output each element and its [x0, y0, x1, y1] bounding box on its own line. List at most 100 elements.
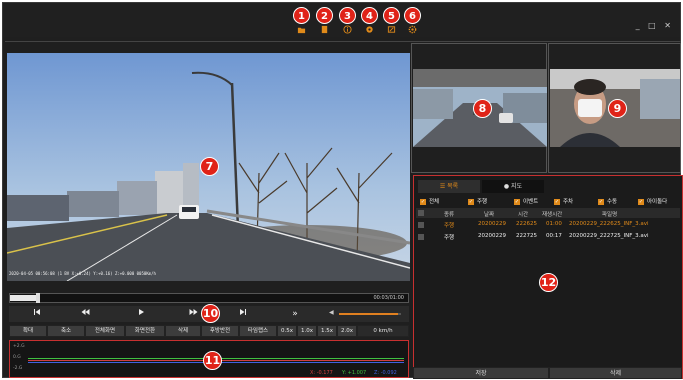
- tab-list-label: 목록: [447, 183, 459, 190]
- select-all-checkbox[interactable]: [418, 210, 424, 216]
- progress-knob[interactable]: [36, 293, 40, 303]
- front-camera-view[interactable]: 8: [413, 69, 547, 147]
- play-icon: [139, 309, 144, 315]
- checkbox-icon: ✓: [554, 198, 560, 205]
- skip-next-button[interactable]: [229, 306, 257, 322]
- filter-drive-label: 주행: [477, 199, 488, 205]
- callout-badge-4: 4: [361, 7, 378, 24]
- row-checkbox[interactable]: [418, 234, 424, 240]
- save-button[interactable]: 저장: [413, 367, 549, 379]
- rewind-icon: [81, 309, 89, 315]
- volume-slider-fill: [339, 313, 398, 315]
- callout-badge-1: 1: [293, 7, 310, 24]
- checkbox-icon: ✓: [514, 198, 520, 205]
- checkbox-icon: ✓: [420, 198, 426, 205]
- delete-button[interactable]: 삭제: [549, 367, 682, 379]
- row-date: 20200229: [478, 221, 506, 227]
- callout-badge-6: 6: [404, 7, 421, 24]
- filter-drive[interactable]: ✓ 주행: [468, 197, 487, 205]
- delete-clip-button[interactable]: 삭제: [165, 325, 201, 337]
- video-overlay-text: 2020-04-05 00:56:08 (1 BV X:+0.24) Y:+0.…: [9, 271, 156, 276]
- info-icon[interactable]: [343, 25, 352, 34]
- titlebar: 1 2 3 4 5 6 _ □ ✕: [3, 3, 680, 37]
- double-chevron-right-icon: »: [292, 309, 298, 319]
- callout-badge-3: 3: [339, 7, 356, 24]
- folder-icon[interactable]: [297, 25, 306, 34]
- callout-badge-12: 12: [539, 273, 558, 292]
- speed-1-5x-button[interactable]: 1.5x: [317, 325, 337, 337]
- filter-idle[interactable]: ✓ 아이돌다: [638, 197, 667, 205]
- header-time: 시간: [518, 212, 529, 218]
- filter-idle-label: 아이돌다: [647, 199, 668, 205]
- callout-badge-11: 11: [203, 351, 222, 370]
- callout-badge-5: 5: [383, 7, 400, 24]
- filter-parking[interactable]: ✓ 주차: [554, 197, 573, 205]
- graph-y-label-top: +2.G: [13, 344, 25, 349]
- row-filename: 20200229_222625_INF_3.avi: [569, 221, 649, 227]
- playback-time: 00:03/01:00: [373, 295, 404, 301]
- graph-x-value: X: -0.177: [310, 370, 333, 376]
- filter-manual[interactable]: ✓ 수동: [598, 197, 617, 205]
- export-icon[interactable]: [387, 25, 396, 34]
- graph-z-value: Z: -0.092: [374, 370, 397, 376]
- row-date: 20200229: [478, 233, 506, 239]
- zoom-in-button[interactable]: 확대: [9, 325, 47, 337]
- g-sensor-graph: +2.G 0.G -2.G 11 X: -0.177 Y: +1.007 Z: …: [9, 340, 409, 378]
- map-pin-icon[interactable]: [365, 25, 374, 34]
- filter-all-label: 전체: [429, 199, 440, 205]
- settings-icon[interactable]: [408, 25, 417, 34]
- tab-list[interactable]: ☰ 목록: [418, 180, 480, 193]
- divider: [5, 41, 681, 42]
- filter-event-label: 이벤트: [523, 199, 539, 205]
- row-checkbox[interactable]: [418, 222, 424, 228]
- filter-event[interactable]: ✓ 이벤트: [514, 197, 538, 205]
- skip-previous-icon: [34, 309, 40, 315]
- volume-icon[interactable]: ◀: [329, 309, 334, 316]
- tab-map[interactable]: ● 지도: [482, 180, 544, 193]
- app-window: 1 2 3 4 5 6 _ □ ✕ 2020-04-05 00:56:08 (1…: [2, 2, 683, 379]
- filter-all[interactable]: ✓ 전체: [420, 197, 439, 205]
- switch-view-button[interactable]: 화면전환: [125, 325, 165, 337]
- callout-badge-8: 8: [473, 99, 492, 118]
- skip-previous-button[interactable]: [23, 306, 51, 322]
- tab-map-label: 지도: [511, 183, 523, 190]
- speed-0-5x-button[interactable]: 0.5x: [277, 325, 297, 337]
- row-time: 222625: [516, 221, 537, 227]
- speed-2-0x-button[interactable]: 2.0x: [337, 325, 357, 337]
- file-list-panel: ☰ 목록 ● 지도 ✓ 전체 ✓ 주행 ✓ 이벤트 ✓ 주차 ✓ 수동 ✓ 아이돌다 종류 …: [413, 175, 683, 379]
- cabin-camera-view[interactable]: 9: [550, 69, 680, 147]
- graph-y-label-mid: 0.G: [13, 355, 21, 360]
- window-controls[interactable]: _ □ ✕: [636, 21, 674, 30]
- graph-y-label-bottom: -2.G: [13, 366, 23, 371]
- next-file-button[interactable]: »: [281, 306, 309, 322]
- checkbox-icon: ✓: [598, 198, 604, 205]
- fast-forward-icon: [189, 309, 197, 315]
- row-filename: 20200229_222725_INF_3.avi: [569, 233, 649, 239]
- fullscreen-button[interactable]: 전체화면: [85, 325, 125, 337]
- callout-badge-10: 10: [201, 304, 220, 323]
- list-tabs: ☰ 목록 ● 지도: [418, 180, 680, 193]
- row-duration: 00:17: [546, 233, 562, 239]
- playback-progress-bar[interactable]: 00:03/01:00: [9, 293, 409, 303]
- speed-1-0x-button[interactable]: 1.0x: [297, 325, 317, 337]
- map-pin-icon: ●: [503, 183, 512, 190]
- filter-parking-label: 주차: [563, 199, 574, 205]
- rewind-button[interactable]: [71, 306, 99, 322]
- rear-flip-button[interactable]: 후방반전: [201, 325, 239, 337]
- speed-readout: 0 km/h: [357, 325, 409, 337]
- header-filename: 파일명: [602, 212, 618, 218]
- zoom-out-button[interactable]: 축소: [47, 325, 85, 337]
- skip-next-icon: [240, 309, 246, 315]
- header-date: 날짜: [484, 212, 495, 218]
- callout-badge-7: 7: [200, 157, 219, 176]
- file-icon[interactable]: [320, 25, 329, 34]
- header-type: 종류: [444, 212, 455, 218]
- row-type: 주행: [444, 235, 455, 241]
- header-duration: 재생시간: [542, 212, 563, 218]
- timelapse-button[interactable]: 타임랩스: [239, 325, 277, 337]
- callout-badge-9: 9: [608, 99, 627, 118]
- main-video[interactable]: 2020-04-05 00:56:08 (1 BV X:+0.24) Y:+0.…: [7, 53, 410, 281]
- play-button[interactable]: [127, 306, 155, 322]
- filter-manual-label: 수동: [607, 199, 618, 205]
- row-time: 222725: [516, 233, 537, 239]
